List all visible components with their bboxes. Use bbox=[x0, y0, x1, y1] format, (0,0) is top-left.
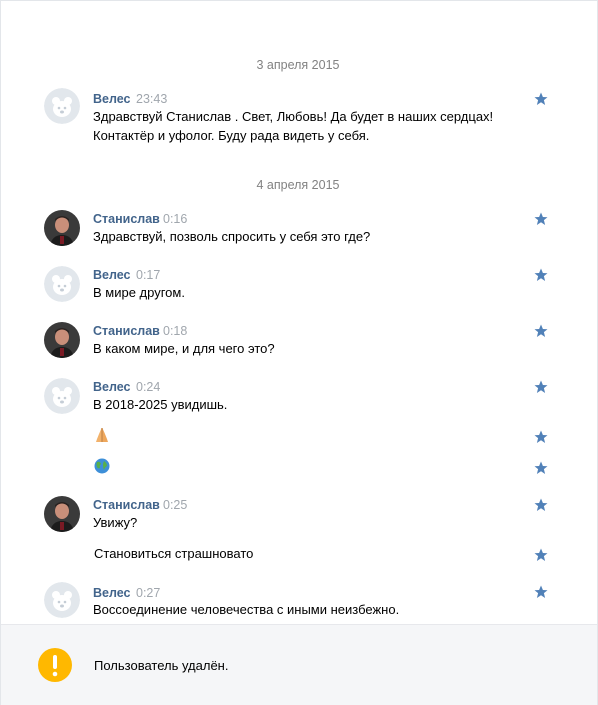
message-time[interactable]: 0:25 bbox=[163, 498, 187, 512]
date-separator: 4 апреля 2015 bbox=[256, 178, 340, 192]
message-text: Здравствуй, позволь спросить у себя это … bbox=[93, 229, 371, 244]
star-icon[interactable] bbox=[534, 380, 548, 394]
avatar-deactivated[interactable] bbox=[44, 582, 80, 618]
author-name[interactable]: Велес bbox=[93, 380, 131, 394]
avatar-deactivated[interactable] bbox=[44, 266, 80, 302]
deleted-user-text: Пользователь удалён. bbox=[94, 658, 229, 673]
author-name[interactable]: Велес bbox=[93, 268, 131, 282]
avatar-photo[interactable] bbox=[44, 322, 80, 358]
author-name[interactable]: Станислав bbox=[93, 324, 160, 338]
author-name[interactable]: Станислав bbox=[93, 498, 160, 512]
message-text: Здравствуй Станислав . Свет, Любовь! Да … bbox=[93, 109, 494, 124]
star-icon[interactable] bbox=[534, 92, 548, 106]
message-text: В мире другом. bbox=[93, 285, 185, 300]
message-time[interactable]: 0:18 bbox=[163, 324, 187, 338]
star-icon[interactable] bbox=[534, 548, 548, 562]
message-text: Становиться страшновато bbox=[94, 546, 254, 561]
star-icon[interactable] bbox=[534, 585, 548, 599]
message-text: Увижу? bbox=[93, 515, 138, 530]
date-separator: 3 апреля 2015 bbox=[256, 58, 340, 72]
deleted-user-banner bbox=[1, 624, 597, 705]
avatar-photo[interactable] bbox=[44, 210, 80, 246]
message-text: Воссоединение человечества с иными неизб… bbox=[93, 602, 400, 617]
avatar-deactivated[interactable] bbox=[44, 378, 80, 414]
warning-icon bbox=[38, 648, 72, 682]
globe-emoji bbox=[94, 458, 110, 474]
message-time[interactable]: 0:16 bbox=[163, 212, 187, 226]
star-icon[interactable] bbox=[534, 268, 548, 282]
message-text: Контактёр и уфолог. Буду рада видеть у с… bbox=[93, 128, 370, 143]
message-time[interactable]: 23:43 bbox=[136, 92, 167, 106]
author-name[interactable]: Станислав bbox=[93, 212, 160, 226]
message-text: В 2018-2025 увидишь. bbox=[93, 397, 228, 412]
avatar-deactivated[interactable] bbox=[44, 88, 80, 124]
star-icon[interactable] bbox=[534, 498, 548, 512]
author-name[interactable]: Велес bbox=[93, 92, 131, 106]
message-text: В каком мире, и для чего это? bbox=[93, 341, 275, 356]
message-time[interactable]: 0:17 bbox=[136, 268, 160, 282]
star-icon[interactable] bbox=[534, 461, 548, 475]
praying-hands-emoji bbox=[96, 428, 108, 442]
star-icon[interactable] bbox=[534, 324, 548, 338]
avatar-photo[interactable] bbox=[44, 496, 80, 532]
star-icon[interactable] bbox=[534, 430, 548, 444]
star-icon[interactable] bbox=[534, 212, 548, 226]
message-time[interactable]: 0:24 bbox=[136, 380, 160, 394]
message-time[interactable]: 0:27 bbox=[136, 586, 160, 600]
author-name[interactable]: Велес bbox=[93, 586, 131, 600]
